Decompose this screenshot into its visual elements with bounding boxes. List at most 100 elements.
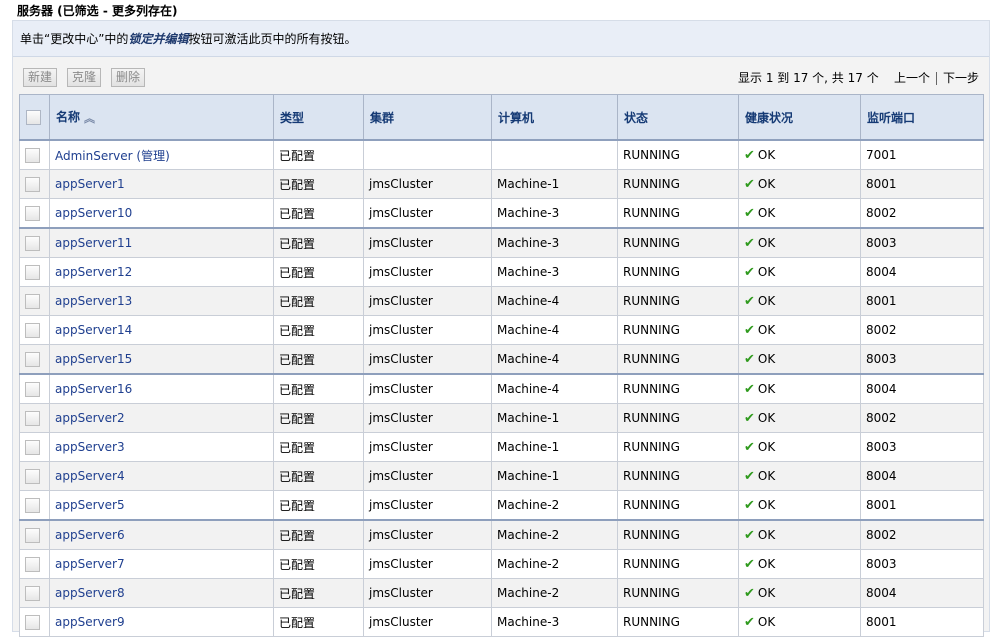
table-row: appServer3 已配置 jmsCluster Machine-1 RUNNING ✔… bbox=[19, 432, 984, 462]
row-checkbox[interactable] bbox=[25, 322, 40, 338]
row-checkbox[interactable] bbox=[25, 410, 40, 426]
table-row: appServer9 已配置 jmsCluster Machine-3 RUNNING ✔… bbox=[19, 607, 984, 637]
server-name-cell: appServer11 bbox=[49, 227, 274, 258]
server-state-cell: RUNNING bbox=[617, 139, 739, 170]
server-port-cell: 8001 bbox=[860, 607, 984, 637]
row-checkbox[interactable] bbox=[25, 147, 40, 163]
table-row: appServer10 已配置 jmsCluster Machine-3 RUNNING… bbox=[19, 198, 984, 229]
server-name-link[interactable]: appServer12 bbox=[55, 265, 132, 279]
server-port-cell: 8003 bbox=[860, 344, 984, 375]
sort-ascending-icon[interactable]: ︽ bbox=[84, 110, 95, 126]
server-name-link[interactable]: appServer10 bbox=[55, 206, 132, 220]
server-name-link[interactable]: appServer11 bbox=[55, 236, 132, 250]
row-checkbox[interactable] bbox=[25, 293, 40, 309]
server-name-link[interactable]: appServer15 bbox=[55, 352, 132, 366]
server-port-cell: 8002 bbox=[860, 315, 984, 345]
server-health-cell: ✔ OK bbox=[738, 490, 861, 521]
row-select-cell bbox=[19, 315, 50, 345]
check-icon: ✔ bbox=[744, 176, 755, 192]
server-name-link[interactable]: appServer7 bbox=[55, 557, 125, 571]
server-name-cell: AdminServer (管理) bbox=[49, 139, 274, 170]
server-type-cell: 已配置 bbox=[273, 578, 364, 608]
server-name-link[interactable]: appServer5 bbox=[55, 498, 125, 512]
server-health-cell: ✔ OK bbox=[738, 227, 861, 258]
clone-button[interactable]: 克隆 bbox=[67, 68, 102, 87]
health-label: OK bbox=[757, 235, 776, 250]
select-all-checkbox[interactable] bbox=[26, 109, 41, 125]
server-type-cell: 已配置 bbox=[273, 373, 364, 404]
row-checkbox[interactable] bbox=[25, 351, 40, 367]
server-name-link[interactable]: appServer1 bbox=[55, 177, 125, 191]
table-row: appServer7 已配置 jmsCluster Machine-2 RUNNING ✔… bbox=[19, 549, 984, 579]
health-label: OK bbox=[757, 527, 776, 542]
pager-divider bbox=[935, 72, 937, 85]
check-icon: ✔ bbox=[744, 235, 755, 251]
row-checkbox[interactable] bbox=[25, 439, 40, 455]
column-header-machine[interactable]: 计算机 bbox=[491, 94, 618, 141]
server-name-cell: appServer13 bbox=[49, 286, 274, 316]
server-name-link[interactable]: appServer4 bbox=[55, 469, 125, 483]
server-type-cell: 已配置 bbox=[273, 198, 364, 229]
server-machine-cell: Machine-1 bbox=[491, 169, 618, 199]
server-state-cell: RUNNING bbox=[617, 432, 739, 462]
server-machine-cell: Machine-2 bbox=[491, 578, 618, 608]
column-header-port[interactable]: 监听端口 bbox=[860, 94, 984, 141]
server-machine-cell bbox=[491, 139, 618, 170]
server-name-link[interactable]: appServer3 bbox=[55, 440, 125, 454]
server-port-cell: 8004 bbox=[860, 373, 984, 404]
row-checkbox[interactable] bbox=[25, 614, 40, 630]
server-state-cell: RUNNING bbox=[617, 403, 739, 433]
row-select-cell bbox=[19, 198, 50, 229]
server-port-cell: 8003 bbox=[860, 227, 984, 258]
health-label: OK bbox=[757, 556, 776, 571]
server-name-link[interactable]: AdminServer (管理) bbox=[55, 149, 170, 163]
server-cluster-cell: jmsCluster bbox=[363, 549, 492, 579]
delete-button[interactable]: 删除 bbox=[111, 68, 146, 87]
row-checkbox[interactable] bbox=[25, 176, 40, 192]
row-checkbox[interactable] bbox=[25, 235, 40, 251]
pagination: 显示 1 到 17 个, 共 17 个 上一个 下一步 bbox=[738, 68, 979, 88]
server-name-link[interactable]: appServer9 bbox=[55, 615, 125, 629]
server-state-cell: RUNNING bbox=[617, 227, 739, 258]
row-checkbox[interactable] bbox=[25, 497, 40, 513]
new-button[interactable]: 新建 bbox=[23, 68, 58, 87]
table-row: appServer12 已配置 jmsCluster Machine-3 RUNNING… bbox=[19, 257, 984, 287]
health-label: OK bbox=[757, 205, 776, 220]
row-checkbox[interactable] bbox=[25, 264, 40, 280]
health-label: OK bbox=[757, 147, 776, 162]
server-name-link[interactable]: appServer8 bbox=[55, 586, 125, 600]
next-page-link[interactable]: 下一步 bbox=[943, 71, 979, 85]
health-label: OK bbox=[757, 585, 776, 600]
server-type-cell: 已配置 bbox=[273, 607, 364, 637]
server-name-cell: appServer10 bbox=[49, 198, 274, 229]
server-state-cell: RUNNING bbox=[617, 490, 739, 521]
table-row: appServer6 已配置 jmsCluster Machine-2 RUNNING ✔… bbox=[19, 519, 984, 550]
health-label: OK bbox=[757, 497, 776, 512]
server-health-cell: ✔ OK bbox=[738, 315, 861, 345]
server-cluster-cell: jmsCluster bbox=[363, 490, 492, 521]
column-header-health[interactable]: 健康状况 bbox=[738, 94, 861, 141]
row-checkbox[interactable] bbox=[25, 585, 40, 601]
row-checkbox[interactable] bbox=[25, 205, 40, 221]
server-name-link[interactable]: appServer13 bbox=[55, 294, 132, 308]
table-row: appServer16 已配置 jmsCluster Machine-4 RUNNING… bbox=[19, 373, 984, 404]
server-state-cell: RUNNING bbox=[617, 549, 739, 579]
check-icon: ✔ bbox=[744, 264, 755, 280]
server-health-cell: ✔ OK bbox=[738, 344, 861, 375]
column-header-cluster[interactable]: 集群 bbox=[363, 94, 492, 141]
server-machine-cell: Machine-3 bbox=[491, 198, 618, 229]
row-checkbox[interactable] bbox=[25, 556, 40, 572]
notice-prefix: 单击“更改中心”中的 bbox=[20, 32, 129, 46]
server-name-link[interactable]: appServer6 bbox=[55, 528, 125, 542]
server-name-link[interactable]: appServer16 bbox=[55, 382, 132, 396]
server-name-link[interactable]: appServer14 bbox=[55, 323, 132, 337]
column-header-name[interactable]: 名称 ︽ bbox=[49, 94, 274, 141]
column-header-state[interactable]: 状态 bbox=[617, 94, 739, 141]
row-checkbox[interactable] bbox=[25, 381, 40, 397]
row-checkbox[interactable] bbox=[25, 468, 40, 484]
column-header-type[interactable]: 类型 bbox=[273, 94, 364, 141]
row-checkbox[interactable] bbox=[25, 527, 40, 543]
pagination-summary: 显示 1 到 17 个, 共 17 个 bbox=[738, 71, 879, 85]
prev-page-link[interactable]: 上一个 bbox=[894, 71, 930, 85]
server-name-link[interactable]: appServer2 bbox=[55, 411, 125, 425]
